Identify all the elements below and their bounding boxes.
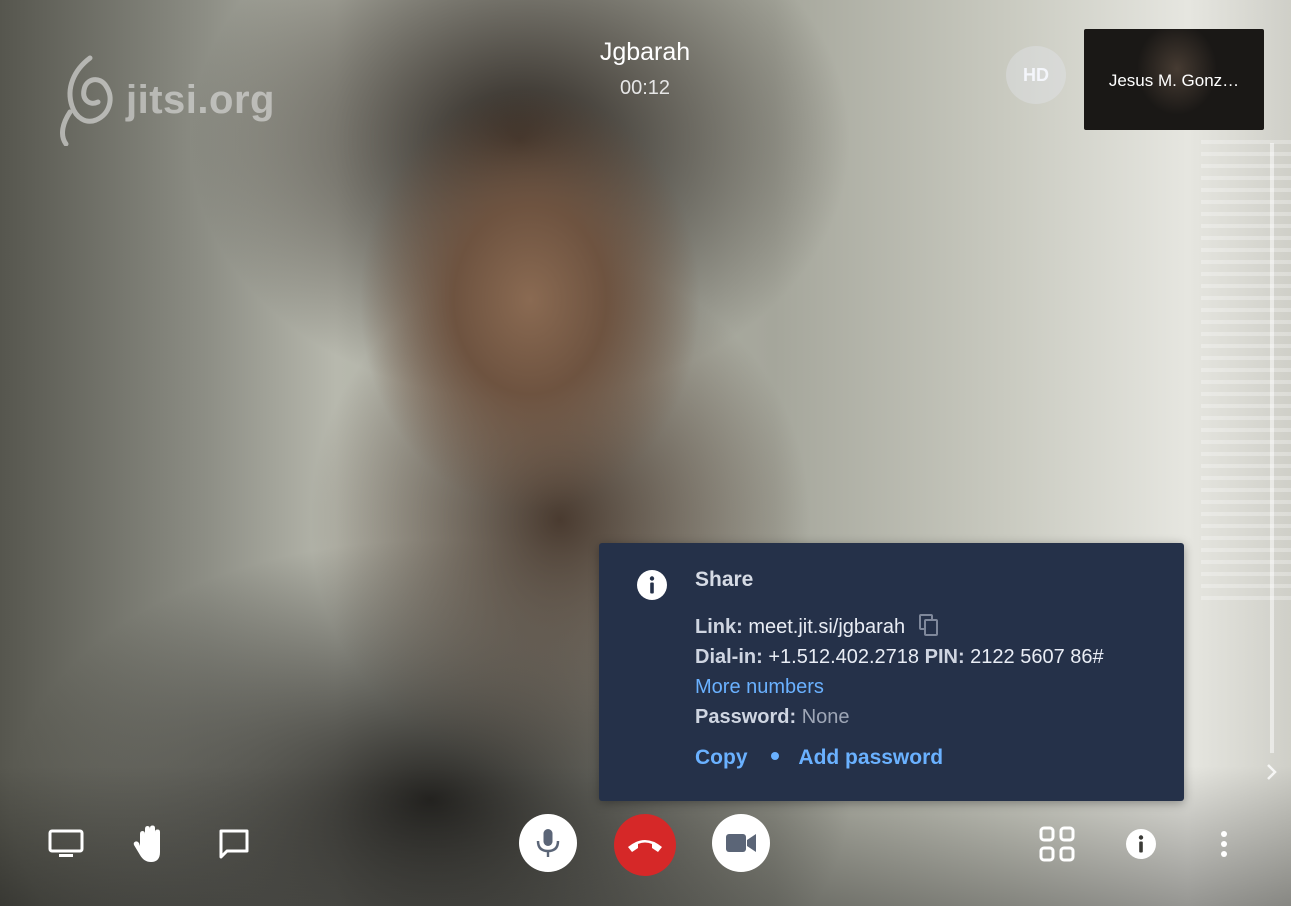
info-dialog: Share Link: meet.jit.si/jgbarah Dial-in:… xyxy=(599,543,1184,801)
chat-button[interactable] xyxy=(214,824,254,864)
dialin-label: Dial-in: xyxy=(695,646,763,668)
dialin-number: +1.512.402.2718 xyxy=(768,646,920,668)
info-dialog-body: Share Link: meet.jit.si/jgbarah Dial-in:… xyxy=(695,568,1164,770)
link-row: Link: meet.jit.si/jgbarah xyxy=(695,612,1164,642)
hand-icon xyxy=(133,825,160,862)
password-label: Password: xyxy=(695,706,797,728)
pin-value: 2122 5607 86# xyxy=(970,646,1104,668)
copy-button[interactable]: Copy xyxy=(695,746,748,769)
link-value[interactable]: meet.jit.si/jgbarah xyxy=(748,616,905,638)
jitsi-logo-icon xyxy=(60,55,113,146)
camera-icon xyxy=(726,834,756,852)
more-actions-button[interactable] xyxy=(1212,826,1236,862)
tile-view-icon xyxy=(1039,826,1075,862)
info-button[interactable] xyxy=(1123,826,1159,862)
filmstrip-scrollbar[interactable] xyxy=(1270,143,1274,753)
password-value: None xyxy=(801,706,850,728)
participant-thumbnail[interactable]: Jesus M. Gonz… xyxy=(1084,29,1264,130)
pin-label: PIN: xyxy=(924,646,965,668)
conference-timer: 00:12 xyxy=(619,77,671,99)
dialin-row: Dial-in: +1.512.402.2718 PIN: 2122 5607 … xyxy=(695,642,1164,672)
info-dialog-title: Share xyxy=(695,568,754,591)
watermark-text: jitsi.org xyxy=(126,77,275,122)
add-password-button[interactable]: Add password xyxy=(798,746,943,769)
more-numbers-row: More numbers xyxy=(695,672,1164,702)
conference-stage: jitsi.org Jgbarah 00:12 HD Jesus M. Gonz… xyxy=(0,0,1291,906)
copy-icon[interactable] xyxy=(918,614,939,636)
separator-dot xyxy=(771,752,780,760)
info-icon xyxy=(1126,829,1156,859)
jitsi-watermark[interactable]: jitsi.org xyxy=(56,54,275,146)
chevron-right-icon[interactable] xyxy=(1263,760,1281,784)
video-quality-badge[interactable]: HD xyxy=(1006,46,1066,104)
more-vertical-icon xyxy=(1221,831,1227,857)
password-row: Password: None xyxy=(695,702,1164,732)
hangup-button[interactable] xyxy=(614,814,676,876)
hangup-icon xyxy=(628,840,662,852)
info-dialog-actions: Copy Add password xyxy=(695,746,1164,770)
desktop-icon xyxy=(48,829,84,857)
camera-button[interactable] xyxy=(712,814,770,872)
window-blinds-background xyxy=(1201,140,1291,600)
microphone-icon xyxy=(536,829,560,857)
conference-header: Jgbarah 00:12 xyxy=(445,38,845,100)
tile-view-button[interactable] xyxy=(1036,824,1078,864)
link-label: Link: xyxy=(695,616,743,638)
more-numbers-link[interactable]: More numbers xyxy=(695,676,824,698)
conference-name: Jgbarah xyxy=(599,38,691,66)
raise-hand-button[interactable] xyxy=(130,822,170,866)
participant-name: Jesus M. Gonz… xyxy=(1108,71,1240,90)
screen-share-button[interactable] xyxy=(44,824,88,864)
chat-icon xyxy=(219,829,249,859)
microphone-button[interactable] xyxy=(519,814,577,872)
info-icon xyxy=(637,570,667,600)
